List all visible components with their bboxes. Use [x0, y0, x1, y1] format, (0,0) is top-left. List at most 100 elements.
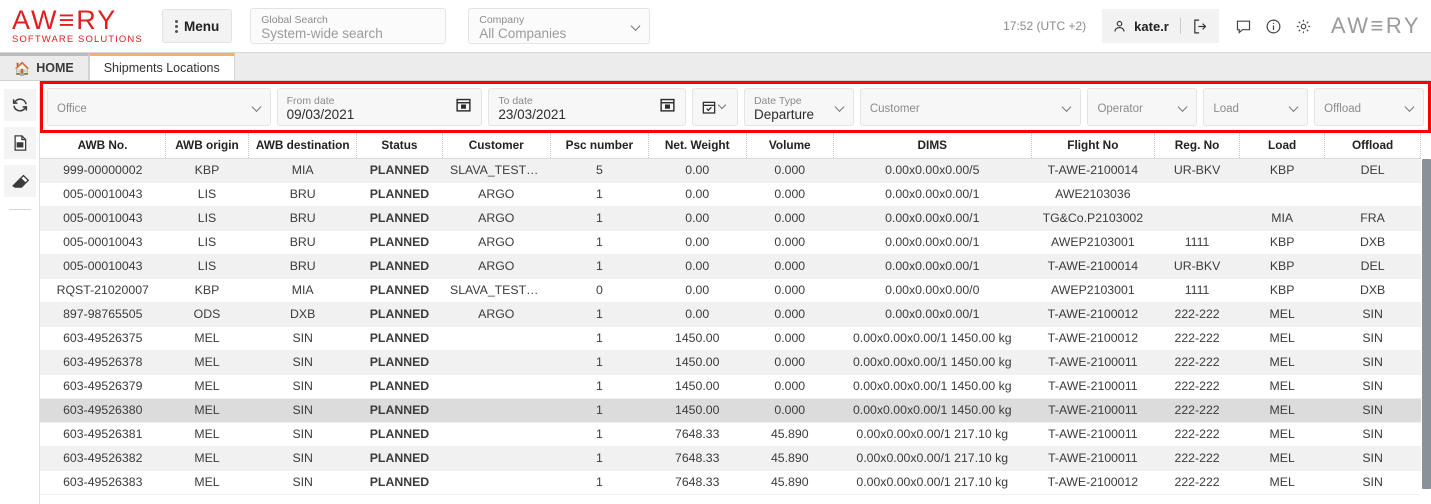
- cell-reg_no: 222-222: [1155, 302, 1240, 326]
- tab-home[interactable]: 🏠 HOME: [0, 53, 89, 80]
- company-select-label: Company: [479, 14, 627, 26]
- cell-customer: [442, 350, 550, 374]
- date-type-label: Date Type: [754, 95, 831, 107]
- cell-volume: 0.000: [746, 278, 833, 302]
- cell-psc: 1: [550, 350, 648, 374]
- cell-customer: SLAVA_TESTS_L...: [442, 278, 550, 302]
- cell-flight_no: T-AWE-2100012: [1031, 302, 1154, 326]
- table-row[interactable]: 999-00000002KBPMIAPLANNEDSLAVA_TESTS_L..…: [40, 158, 1421, 182]
- user-menu[interactable]: kate.r: [1102, 9, 1219, 43]
- cell-awb_no: 603-49526375: [40, 326, 166, 350]
- table-row[interactable]: 603-49526380MELSINPLANNED11450.000.0000.…: [40, 398, 1421, 422]
- to-date-input[interactable]: To date 23/03/2021: [488, 88, 686, 126]
- cell-dims: 0.00x0.00x0.00/1 217.10 kg: [833, 446, 1031, 470]
- table-row[interactable]: 603-49526383MELSINPLANNED17648.3345.8900…: [40, 470, 1421, 494]
- load-select-label: Load: [1213, 103, 1285, 115]
- table-row[interactable]: 603-49526378MELSINPLANNED11450.000.0000.…: [40, 350, 1421, 374]
- table-row[interactable]: 005-00010043LISBRUPLANNEDARGO10.000.0000…: [40, 230, 1421, 254]
- cell-volume: 0.000: [746, 374, 833, 398]
- column-header-volume[interactable]: Volume: [746, 133, 833, 158]
- tab-home-label: HOME: [36, 61, 74, 75]
- global-search-input[interactable]: Global Search System-wide search: [250, 8, 446, 44]
- scrollbar-thumb[interactable]: [1422, 159, 1431, 489]
- column-header-net-weight[interactable]: Net. Weight: [648, 133, 746, 158]
- cell-volume: 0.000: [746, 206, 833, 230]
- load-select[interactable]: Load: [1203, 88, 1308, 126]
- cell-dims: 0.00x0.00x0.00/1: [833, 230, 1031, 254]
- cell-dims: 0.00x0.00x0.00/0: [833, 278, 1031, 302]
- page-body: Office From date 09/03/2021 To date 23/0…: [0, 81, 1431, 504]
- cell-reg_no: UR-BKV: [1155, 254, 1240, 278]
- cell-load: KBP: [1240, 158, 1325, 182]
- table-row[interactable]: 005-00010043LISBRUPLANNEDARGO10.000.0000…: [40, 206, 1421, 230]
- table-row[interactable]: 603-49526375MELSINPLANNED11450.000.0000.…: [40, 326, 1421, 350]
- cell-net_weight: 0.00: [648, 302, 746, 326]
- table-row[interactable]: 005-00010043LISBRUPLANNEDARGO10.000.0000…: [40, 182, 1421, 206]
- table-vertical-scrollbar[interactable]: [1422, 159, 1431, 504]
- column-header-offload[interactable]: Offload: [1325, 133, 1421, 158]
- cell-origin: MEL: [166, 398, 249, 422]
- cell-net_weight: 0.00: [648, 278, 746, 302]
- column-header-awb-no[interactable]: AWB No.: [40, 133, 166, 158]
- cell-awb_no: 603-49526383: [40, 470, 166, 494]
- info-icon[interactable]: [1259, 11, 1289, 41]
- office-select[interactable]: Office: [47, 88, 271, 126]
- gear-icon[interactable]: [1289, 11, 1319, 41]
- column-header-customer[interactable]: Customer: [442, 133, 550, 158]
- eraser-icon[interactable]: [4, 165, 36, 197]
- cell-reg_no: [1155, 206, 1240, 230]
- chat-icon[interactable]: [1229, 11, 1259, 41]
- cell-flight_no: T-AWE-2100014: [1031, 254, 1154, 278]
- table-row[interactable]: 005-00010043LISBRUPLANNEDARGO10.000.0000…: [40, 254, 1421, 278]
- column-header-awb-origin[interactable]: AWB origin: [166, 133, 249, 158]
- refresh-icon[interactable]: [4, 89, 36, 121]
- table-row[interactable]: 897-98765505ODSDXBPLANNEDARGO10.000.0000…: [40, 302, 1421, 326]
- operator-select[interactable]: Operator: [1087, 88, 1197, 126]
- cell-origin: MEL: [166, 350, 249, 374]
- divider: [1180, 18, 1181, 34]
- date-preset-button[interactable]: [692, 88, 738, 126]
- table-row[interactable]: 603-49526382MELSINPLANNED17648.3345.8900…: [40, 446, 1421, 470]
- column-header-load[interactable]: Load: [1240, 133, 1325, 158]
- offload-select[interactable]: Offload: [1314, 88, 1424, 126]
- cell-dims: 0.00x0.00x0.00/1 1450.00 kg: [833, 326, 1031, 350]
- column-header-dims[interactable]: DIMS: [833, 133, 1031, 158]
- logout-icon[interactable]: [1192, 18, 1209, 35]
- cell-reg_no: 222-222: [1155, 422, 1240, 446]
- from-date-input[interactable]: From date 09/03/2021: [277, 88, 483, 126]
- content-area: Office From date 09/03/2021 To date 23/0…: [40, 81, 1431, 504]
- cell-destination: SIN: [248, 470, 356, 494]
- office-select-label: Office: [57, 103, 248, 115]
- column-header-status[interactable]: Status: [357, 133, 442, 158]
- cell-origin: MEL: [166, 446, 249, 470]
- table-row[interactable]: RQST-21020007KBPMIAPLANNEDSLAVA_TESTS_L.…: [40, 278, 1421, 302]
- cell-offload: SIN: [1325, 446, 1421, 470]
- tab-shipments-locations[interactable]: Shipments Locations: [89, 53, 235, 80]
- table-row[interactable]: 603-49526379MELSINPLANNED11450.000.0000.…: [40, 374, 1421, 398]
- cell-flight_no: T-AWE-2100011: [1031, 422, 1154, 446]
- company-select[interactable]: Company All Companies: [468, 8, 650, 44]
- calendar-icon[interactable]: [455, 96, 472, 118]
- report-icon[interactable]: [4, 127, 36, 159]
- customer-select[interactable]: Customer: [860, 88, 1082, 126]
- cell-volume: 45.890: [746, 470, 833, 494]
- column-header-flight-no[interactable]: Flight No: [1031, 133, 1154, 158]
- cell-net_weight: 1450.00: [648, 350, 746, 374]
- menu-button[interactable]: Menu: [162, 9, 232, 43]
- column-header-awb-destination[interactable]: AWB destination: [248, 133, 356, 158]
- cell-customer: ARGO: [442, 206, 550, 230]
- column-header-psc-number[interactable]: Psc number: [550, 133, 648, 158]
- cell-awb_no: 005-00010043: [40, 230, 166, 254]
- cell-awb_no: 603-49526381: [40, 422, 166, 446]
- calendar-icon[interactable]: [659, 96, 676, 118]
- cell-load: MIA: [1240, 206, 1325, 230]
- date-type-select[interactable]: Date Type Departure: [744, 88, 854, 126]
- table-row[interactable]: 603-49526381MELSINPLANNED17648.3345.8900…: [40, 422, 1421, 446]
- column-header-reg-no[interactable]: Reg. No: [1155, 133, 1240, 158]
- cell-status: PLANNED: [357, 206, 442, 230]
- chevron-down-icon: [1179, 103, 1188, 112]
- offload-select-label: Offload: [1324, 103, 1401, 115]
- cell-flight_no: AWEP2103001: [1031, 278, 1154, 302]
- chevron-down-icon: [1290, 103, 1299, 112]
- cell-offload: [1325, 182, 1421, 206]
